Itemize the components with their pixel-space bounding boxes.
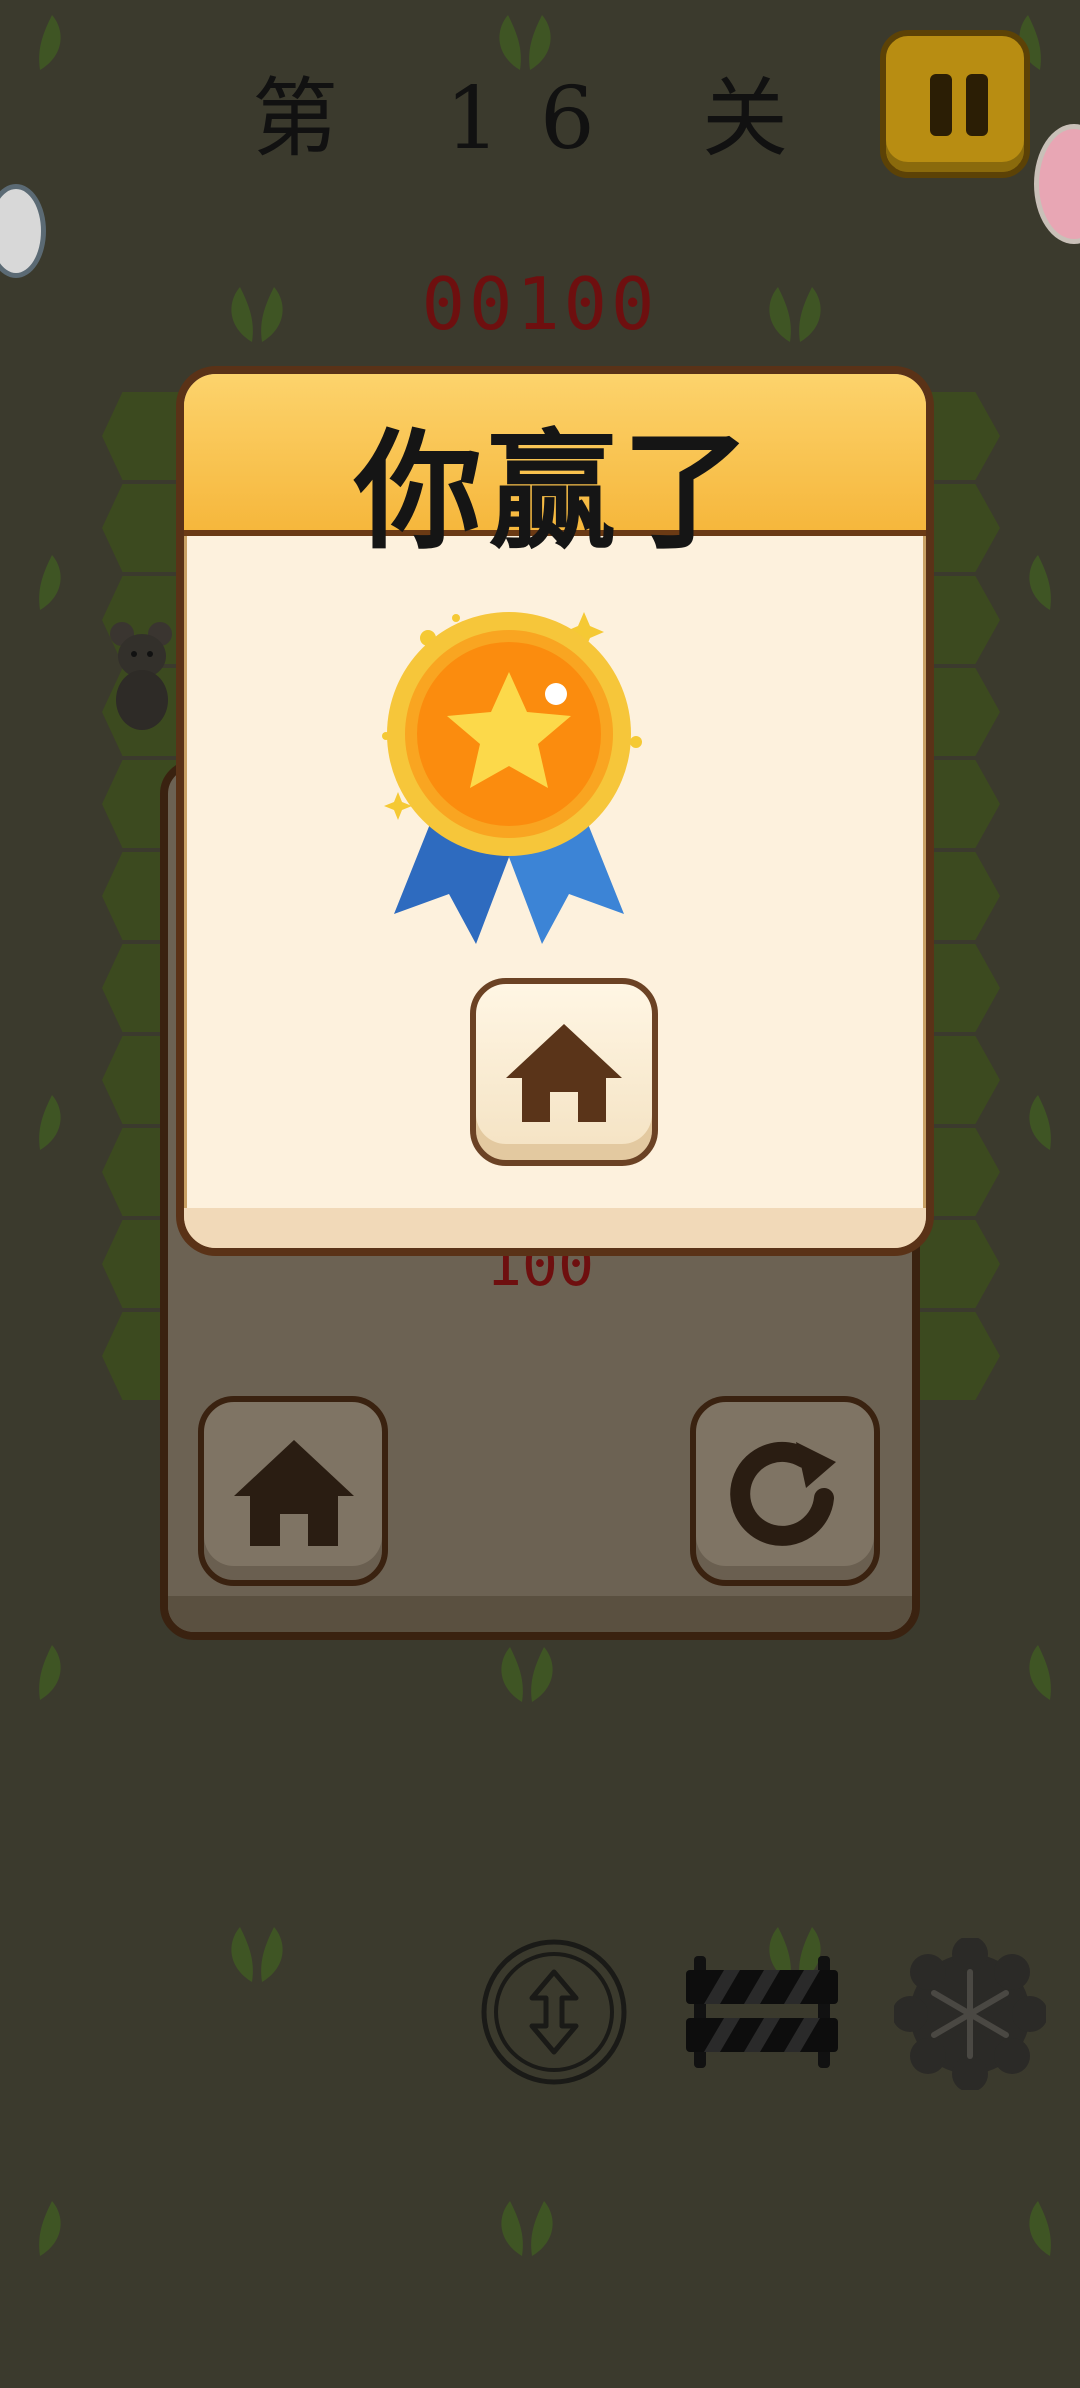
pause-button[interactable] [880, 30, 1030, 178]
medal-star-icon [382, 612, 642, 944]
board-cell [102, 392, 184, 480]
leaf-decoration-icon [231, 1927, 283, 1982]
board-cell [918, 1312, 1000, 1400]
leaf-decoration-icon [1029, 1645, 1051, 1700]
swap-arrows-icon[interactable] [480, 1938, 628, 2086]
rat-character-icon [110, 622, 172, 730]
restart-icon [730, 1441, 836, 1546]
win-title: 你赢了 [353, 418, 756, 567]
leaf-decoration-icon [1029, 1095, 1051, 1150]
leaf-decoration-icon [39, 555, 61, 610]
win-dialog-header: 你赢了 [184, 374, 926, 567]
home-icon [234, 1440, 354, 1546]
result-restart-button[interactable] [690, 1396, 880, 1586]
result-home-button[interactable] [198, 1396, 388, 1586]
leaf-decoration-icon [1029, 555, 1051, 610]
score-counter: 00100 [421, 262, 659, 346]
leaf-decoration-icon [501, 2201, 553, 2256]
leaf-decoration-icon [39, 1095, 61, 1150]
leaf-decoration-icon [501, 1647, 553, 1702]
barrier-icon[interactable] [686, 1956, 838, 2068]
leaf-decoration-icon [39, 2201, 61, 2256]
board-cell [102, 484, 184, 572]
snowflake-icon[interactable] [894, 1938, 1046, 2090]
leaf-decoration-icon [39, 1645, 61, 1700]
win-home-button[interactable] [470, 978, 658, 1166]
home-icon [506, 1024, 622, 1122]
win-dialog: 你赢了 [176, 366, 934, 1256]
leaf-decoration-icon [1029, 2201, 1051, 2256]
